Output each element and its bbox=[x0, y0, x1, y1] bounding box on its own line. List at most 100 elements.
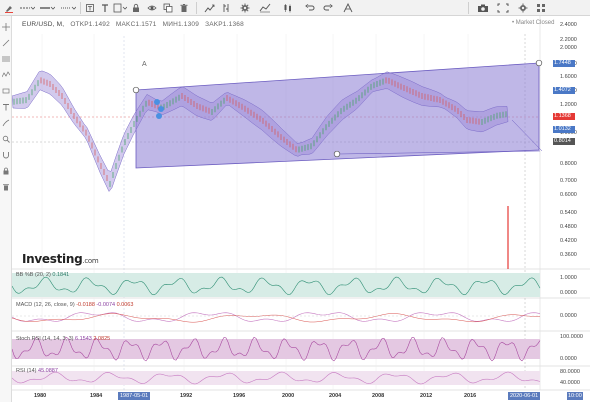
time-axis-label: 2008 bbox=[372, 393, 385, 399]
crosshair-date-end: 2020-06-01 bbox=[508, 392, 541, 400]
line-width-icon[interactable] bbox=[38, 2, 56, 14]
crosshair-icon[interactable] bbox=[1, 22, 11, 32]
price-tag: 0.8014 bbox=[553, 138, 575, 145]
time-axis-label: 1992 bbox=[180, 393, 193, 399]
price-axis-label: 0.6000 bbox=[560, 192, 577, 198]
chart-canvas[interactable] bbox=[12, 16, 590, 402]
magnet-icon[interactable] bbox=[1, 150, 11, 160]
brand-name: Investing bbox=[22, 252, 83, 266]
price-axis-label: 0.4200 bbox=[560, 238, 577, 244]
channel-handle-top-left bbox=[132, 86, 140, 94]
chart-legend: EUR/USD, M, OTKP1.1492 MAKC1.1571 MИH1.1… bbox=[22, 21, 248, 28]
rsi-label: RSI (14) bbox=[16, 368, 37, 374]
rsi-value: 45.0887 bbox=[38, 368, 58, 374]
crosshair-date-start: 1987-05-01 bbox=[118, 392, 151, 400]
macd-value-1: -0.0188 bbox=[76, 302, 95, 308]
visibility-icon[interactable] bbox=[146, 2, 158, 14]
price-axis-label: 0.5400 bbox=[560, 210, 577, 216]
price-axis-label: 2.2000 bbox=[560, 37, 577, 43]
type-icon[interactable] bbox=[99, 2, 111, 14]
bb-value: 0.1841 bbox=[52, 272, 70, 278]
stoch-pane-label: Stoch RSI (14, 14, 3, 3) 6.1543 2.0825 bbox=[16, 336, 110, 342]
indicator-axis-label: 40.0000 bbox=[560, 380, 580, 386]
event-marker bbox=[154, 99, 160, 105]
pattern-icon[interactable] bbox=[1, 70, 11, 80]
left-toolbar bbox=[0, 16, 12, 402]
price-tag: 1.7448 bbox=[553, 60, 575, 67]
event-marker bbox=[156, 113, 162, 119]
price-axis-label: 0.3600 bbox=[560, 252, 577, 258]
gear-icon[interactable] bbox=[516, 2, 530, 14]
template-icon[interactable] bbox=[112, 2, 128, 14]
open-value: OTKP1.1492 bbox=[70, 21, 110, 28]
low-value: MИH1.1309 bbox=[162, 21, 200, 28]
crosshair-date-end-text: 2020-06-01 bbox=[510, 393, 539, 399]
brush-icon[interactable] bbox=[3, 2, 15, 14]
time-axis-label: 2012 bbox=[420, 393, 433, 399]
indicator-icon[interactable] bbox=[258, 2, 272, 14]
event-marker bbox=[158, 106, 164, 112]
drawing-label: A bbox=[142, 61, 147, 68]
trendline-icon[interactable] bbox=[1, 38, 11, 48]
zoom-icon[interactable] bbox=[203, 2, 217, 14]
lock-drawings-icon[interactable] bbox=[1, 166, 11, 176]
close-value: ЗАKP1.1368 bbox=[205, 21, 244, 28]
chart-type-icon[interactable] bbox=[282, 2, 294, 14]
channel-handle-bottom-mid bbox=[333, 150, 341, 158]
bb-label: BB %B (20, 2) bbox=[16, 272, 51, 278]
zoom-tool-icon[interactable] bbox=[1, 134, 11, 144]
indicator-axis-label: 0.0000 bbox=[560, 313, 577, 319]
clone-icon[interactable] bbox=[162, 2, 174, 14]
channel-handle-top-right bbox=[535, 59, 543, 67]
price-axis-label: 1.2000 bbox=[560, 102, 577, 108]
lock-icon[interactable] bbox=[130, 2, 142, 14]
price-axis-label: 1.6000 bbox=[560, 74, 577, 80]
price-axis-label: 0.4800 bbox=[560, 224, 577, 230]
indicator-axis-label: 100.0000 bbox=[560, 334, 583, 340]
stoch-value-1: 6.1543 bbox=[75, 336, 92, 342]
price-tag: 1.4072 bbox=[553, 87, 575, 94]
time-axis-label: 2016 bbox=[464, 393, 477, 399]
undo-icon[interactable] bbox=[304, 2, 316, 14]
time-axis-label: 2004 bbox=[329, 393, 342, 399]
indicator-axis-label: 1.0000 bbox=[560, 275, 577, 281]
price-axis-label: 0.7000 bbox=[560, 178, 577, 184]
indicator-axis-label: 80.0000 bbox=[560, 369, 580, 375]
high-value: MAKC1.1571 bbox=[115, 21, 157, 28]
price-tag: 1.0132 bbox=[553, 126, 575, 133]
text-icon[interactable] bbox=[84, 2, 96, 14]
drawing-toolbar bbox=[0, 0, 590, 16]
macd-pane-label: MACD (12, 26, close, 9) -0.0188 -0.0074 … bbox=[16, 302, 133, 308]
text-tool-icon[interactable] bbox=[1, 102, 11, 112]
macd-line bbox=[12, 312, 541, 322]
bb-pane-label: BB %B (20, 2) 0.1841 bbox=[16, 272, 69, 278]
macd-label: MACD (12, 26, close, 9) bbox=[16, 302, 75, 308]
investing-logo: Investing.com bbox=[22, 252, 99, 266]
fullscreen-icon[interactable] bbox=[496, 2, 510, 14]
camera-icon[interactable] bbox=[476, 2, 490, 14]
indicator-axis-label: 0.0000 bbox=[560, 290, 577, 296]
settings-icon[interactable] bbox=[239, 2, 251, 14]
bar-style-icon[interactable] bbox=[221, 2, 231, 14]
time-axis-label: 1980 bbox=[34, 393, 47, 399]
brush-tool-icon[interactable] bbox=[1, 118, 11, 128]
market-status-text: Market Closed bbox=[515, 20, 555, 26]
grid-icon[interactable] bbox=[534, 2, 548, 14]
layout-icon[interactable] bbox=[342, 2, 354, 14]
trash-icon[interactable] bbox=[1, 182, 11, 192]
line-style-icon[interactable] bbox=[18, 2, 36, 14]
symbol-label: EUR/USD, M, bbox=[22, 21, 65, 28]
indicator-axis-label: 0.0000 bbox=[560, 356, 577, 362]
fib-icon[interactable] bbox=[1, 54, 11, 64]
market-status: • Market Closed bbox=[512, 20, 555, 26]
crosshair-time-end: 10:00 bbox=[567, 392, 583, 400]
delete-icon[interactable] bbox=[178, 2, 190, 14]
time-axis-label: 1984 bbox=[90, 393, 103, 399]
chart-area[interactable]: EUR/USD, M, OTKP1.1492 MAKC1.1571 MИH1.1… bbox=[12, 16, 590, 402]
redo-icon[interactable] bbox=[322, 2, 334, 14]
dash-style-icon[interactable] bbox=[59, 2, 77, 14]
time-axis-label: 1996 bbox=[233, 393, 246, 399]
brand-suffix: .com bbox=[82, 257, 99, 265]
price-tag: 1.1368 bbox=[553, 113, 575, 120]
measure-icon[interactable] bbox=[1, 86, 11, 96]
